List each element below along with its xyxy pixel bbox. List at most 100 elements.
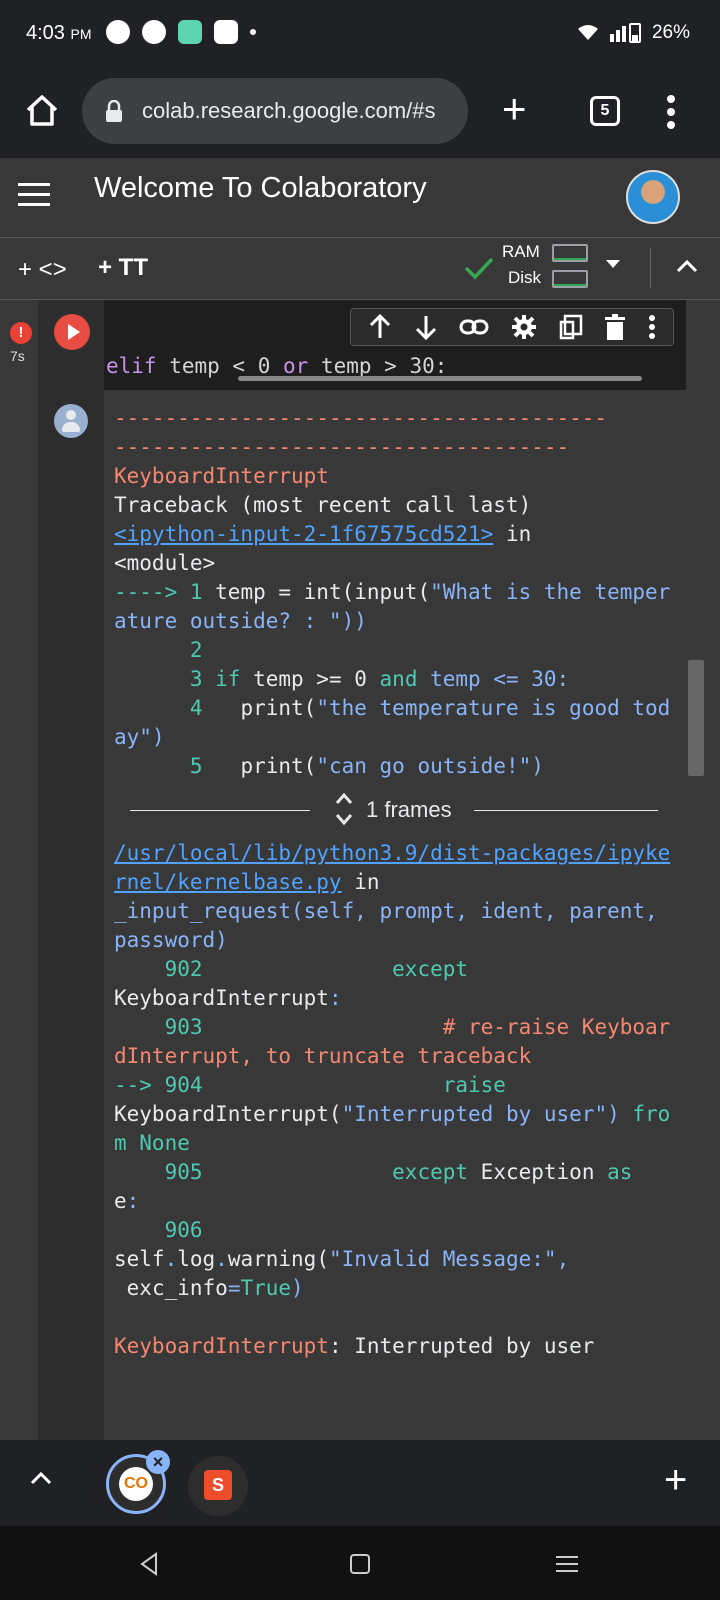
signal-wifi-icon xyxy=(577,23,641,43)
ipython-input-link[interactable]: <ipython-input-2-1f67575cd521> xyxy=(114,522,493,546)
traceback-code: temp >= 0 xyxy=(240,667,380,691)
traceback-code: Exception xyxy=(468,1160,608,1184)
output-divider: ------------------------------------ xyxy=(114,435,570,459)
colab-header: Welcome To Colaboratory xyxy=(0,158,720,238)
code-horizontal-scrollbar[interactable] xyxy=(238,376,642,381)
move-cell-down-icon[interactable] xyxy=(414,314,438,340)
add-code-cell-button[interactable]: + <> xyxy=(18,256,67,284)
system-nav-bar xyxy=(0,1526,720,1600)
traceback-code: e xyxy=(114,1189,127,1213)
traceback-keyword: raise xyxy=(202,1073,506,1097)
traceback-keyword: as xyxy=(607,1160,633,1184)
traceback-code: exc_info xyxy=(114,1276,228,1300)
frames-divider xyxy=(474,810,658,811)
traceback-code: )) xyxy=(341,609,367,633)
tab-switcher-button[interactable]: 5 xyxy=(590,96,620,126)
cell-toolbar xyxy=(350,308,674,346)
frames-expander[interactable]: 1 frames xyxy=(114,781,674,839)
link-icon[interactable] xyxy=(459,317,489,337)
traceback-code: ) xyxy=(607,1102,620,1126)
add-text-cell-button[interactable]: + TT xyxy=(98,254,148,282)
traceback-line-number: 902 xyxy=(114,957,203,981)
battery-percent: 26% xyxy=(651,22,690,43)
overflow-menu-icon[interactable] xyxy=(666,94,676,130)
hamburger-menu-icon[interactable] xyxy=(18,182,50,208)
url-text: colab.research.google.com/#s xyxy=(142,98,436,123)
media-icon xyxy=(214,20,238,44)
home-icon[interactable] xyxy=(22,90,62,130)
traceback-code: ) xyxy=(291,1276,304,1300)
traceback-line-number: 903 xyxy=(114,1015,203,1039)
avatar[interactable] xyxy=(626,170,680,224)
traceback-keyword: except xyxy=(202,957,469,981)
expand-frames-icon[interactable] xyxy=(334,791,354,827)
settings-gear-icon[interactable] xyxy=(511,314,537,340)
home-nav-icon[interactable] xyxy=(350,1554,370,1574)
back-icon[interactable] xyxy=(138,1552,160,1576)
traceback-in: in xyxy=(341,870,380,894)
shopee-logo-icon: S xyxy=(204,1470,232,1500)
traceback-code: ) xyxy=(531,754,544,778)
traceback-line-number: 906 xyxy=(114,1218,203,1242)
traceback-module: <module> xyxy=(114,551,216,575)
traceback-code: temp <= 30: xyxy=(417,667,570,691)
traceback-code: print( xyxy=(202,754,317,778)
kernelbase-link[interactable]: /usr/local/lib/python3.9/dist-packages/i… xyxy=(114,841,670,894)
cell-gutter xyxy=(38,300,104,1440)
output-avatar-icon xyxy=(54,404,88,438)
notification-icons xyxy=(106,20,256,44)
status-right: 26% xyxy=(574,22,690,44)
collapse-toolbar-icon[interactable] xyxy=(676,258,698,274)
traceback-arrow: ----> 1 xyxy=(114,580,203,604)
status-time: 4:03 PM xyxy=(26,22,92,44)
tab-shopee[interactable]: S xyxy=(188,1456,248,1516)
cell-output: --------------------------------------- … xyxy=(114,404,674,1361)
traceback-line-number: 5 xyxy=(114,754,203,778)
final-error-message: : Interrupted by user xyxy=(328,1334,595,1358)
traceback-line-number: 905 xyxy=(114,1160,203,1184)
traceback-code: : xyxy=(126,1189,140,1213)
output-divider: --------------------------------------- xyxy=(114,406,608,430)
traceback-string: "Invalid Message:" xyxy=(328,1247,557,1271)
notebook-title[interactable]: Welcome To Colaboratory xyxy=(94,172,427,205)
traceback-code: ) xyxy=(151,725,165,749)
delete-cell-icon[interactable] xyxy=(604,314,626,340)
mirror-cell-icon[interactable] xyxy=(559,314,583,340)
traceback-code: = xyxy=(227,1276,241,1300)
traceback-keyword: True xyxy=(240,1276,292,1300)
notebook-toolbar: + <> + TT RAM Disk xyxy=(0,238,720,300)
traceback-code: warning( xyxy=(227,1247,329,1271)
new-tab-button[interactable]: + xyxy=(502,88,527,130)
browser-toolbar: colab.research.google.com/#s + 5 xyxy=(0,66,720,158)
traceback-string: "can go outside!" xyxy=(316,754,532,778)
traceback-string: "Interrupted by user" xyxy=(341,1102,608,1126)
lock-icon xyxy=(106,100,122,122)
run-cell-button[interactable] xyxy=(54,314,90,350)
traceback-code: : xyxy=(328,986,342,1010)
messenger-icon xyxy=(106,20,130,44)
expand-tab-group-icon[interactable] xyxy=(30,1470,52,1486)
traceback-code: . xyxy=(215,1247,228,1271)
page-vertical-scrollbar[interactable] xyxy=(688,660,704,776)
colab-logo-icon: CO xyxy=(119,1467,153,1501)
traceback-line-number: 2 xyxy=(114,638,203,662)
cell-more-icon[interactable] xyxy=(648,314,656,340)
move-cell-up-icon[interactable] xyxy=(368,314,392,340)
traceback-line-number: 3 xyxy=(114,667,203,691)
url-bar[interactable]: colab.research.google.com/#s xyxy=(82,78,468,144)
ram-label: RAM xyxy=(502,242,540,261)
resources-dropdown-icon[interactable] xyxy=(606,260,620,268)
add-tab-to-group-button[interactable]: + xyxy=(664,1460,687,1500)
error-name: KeyboardInterrupt xyxy=(114,464,329,488)
traceback-code: log xyxy=(177,1247,216,1271)
traceback-code: print( xyxy=(202,696,317,720)
traceback-line-number: 4 xyxy=(114,696,203,720)
execution-time: 7s xyxy=(10,348,25,364)
more-notifications-dot xyxy=(250,29,256,35)
traceback-keyword: if xyxy=(202,667,241,691)
close-tab-icon[interactable]: × xyxy=(146,1450,170,1474)
messenger-icon xyxy=(142,20,166,44)
recents-icon[interactable] xyxy=(556,1554,578,1574)
disk-label: Disk xyxy=(508,268,542,287)
status-bar: 4:03 PM 26% xyxy=(0,0,720,66)
